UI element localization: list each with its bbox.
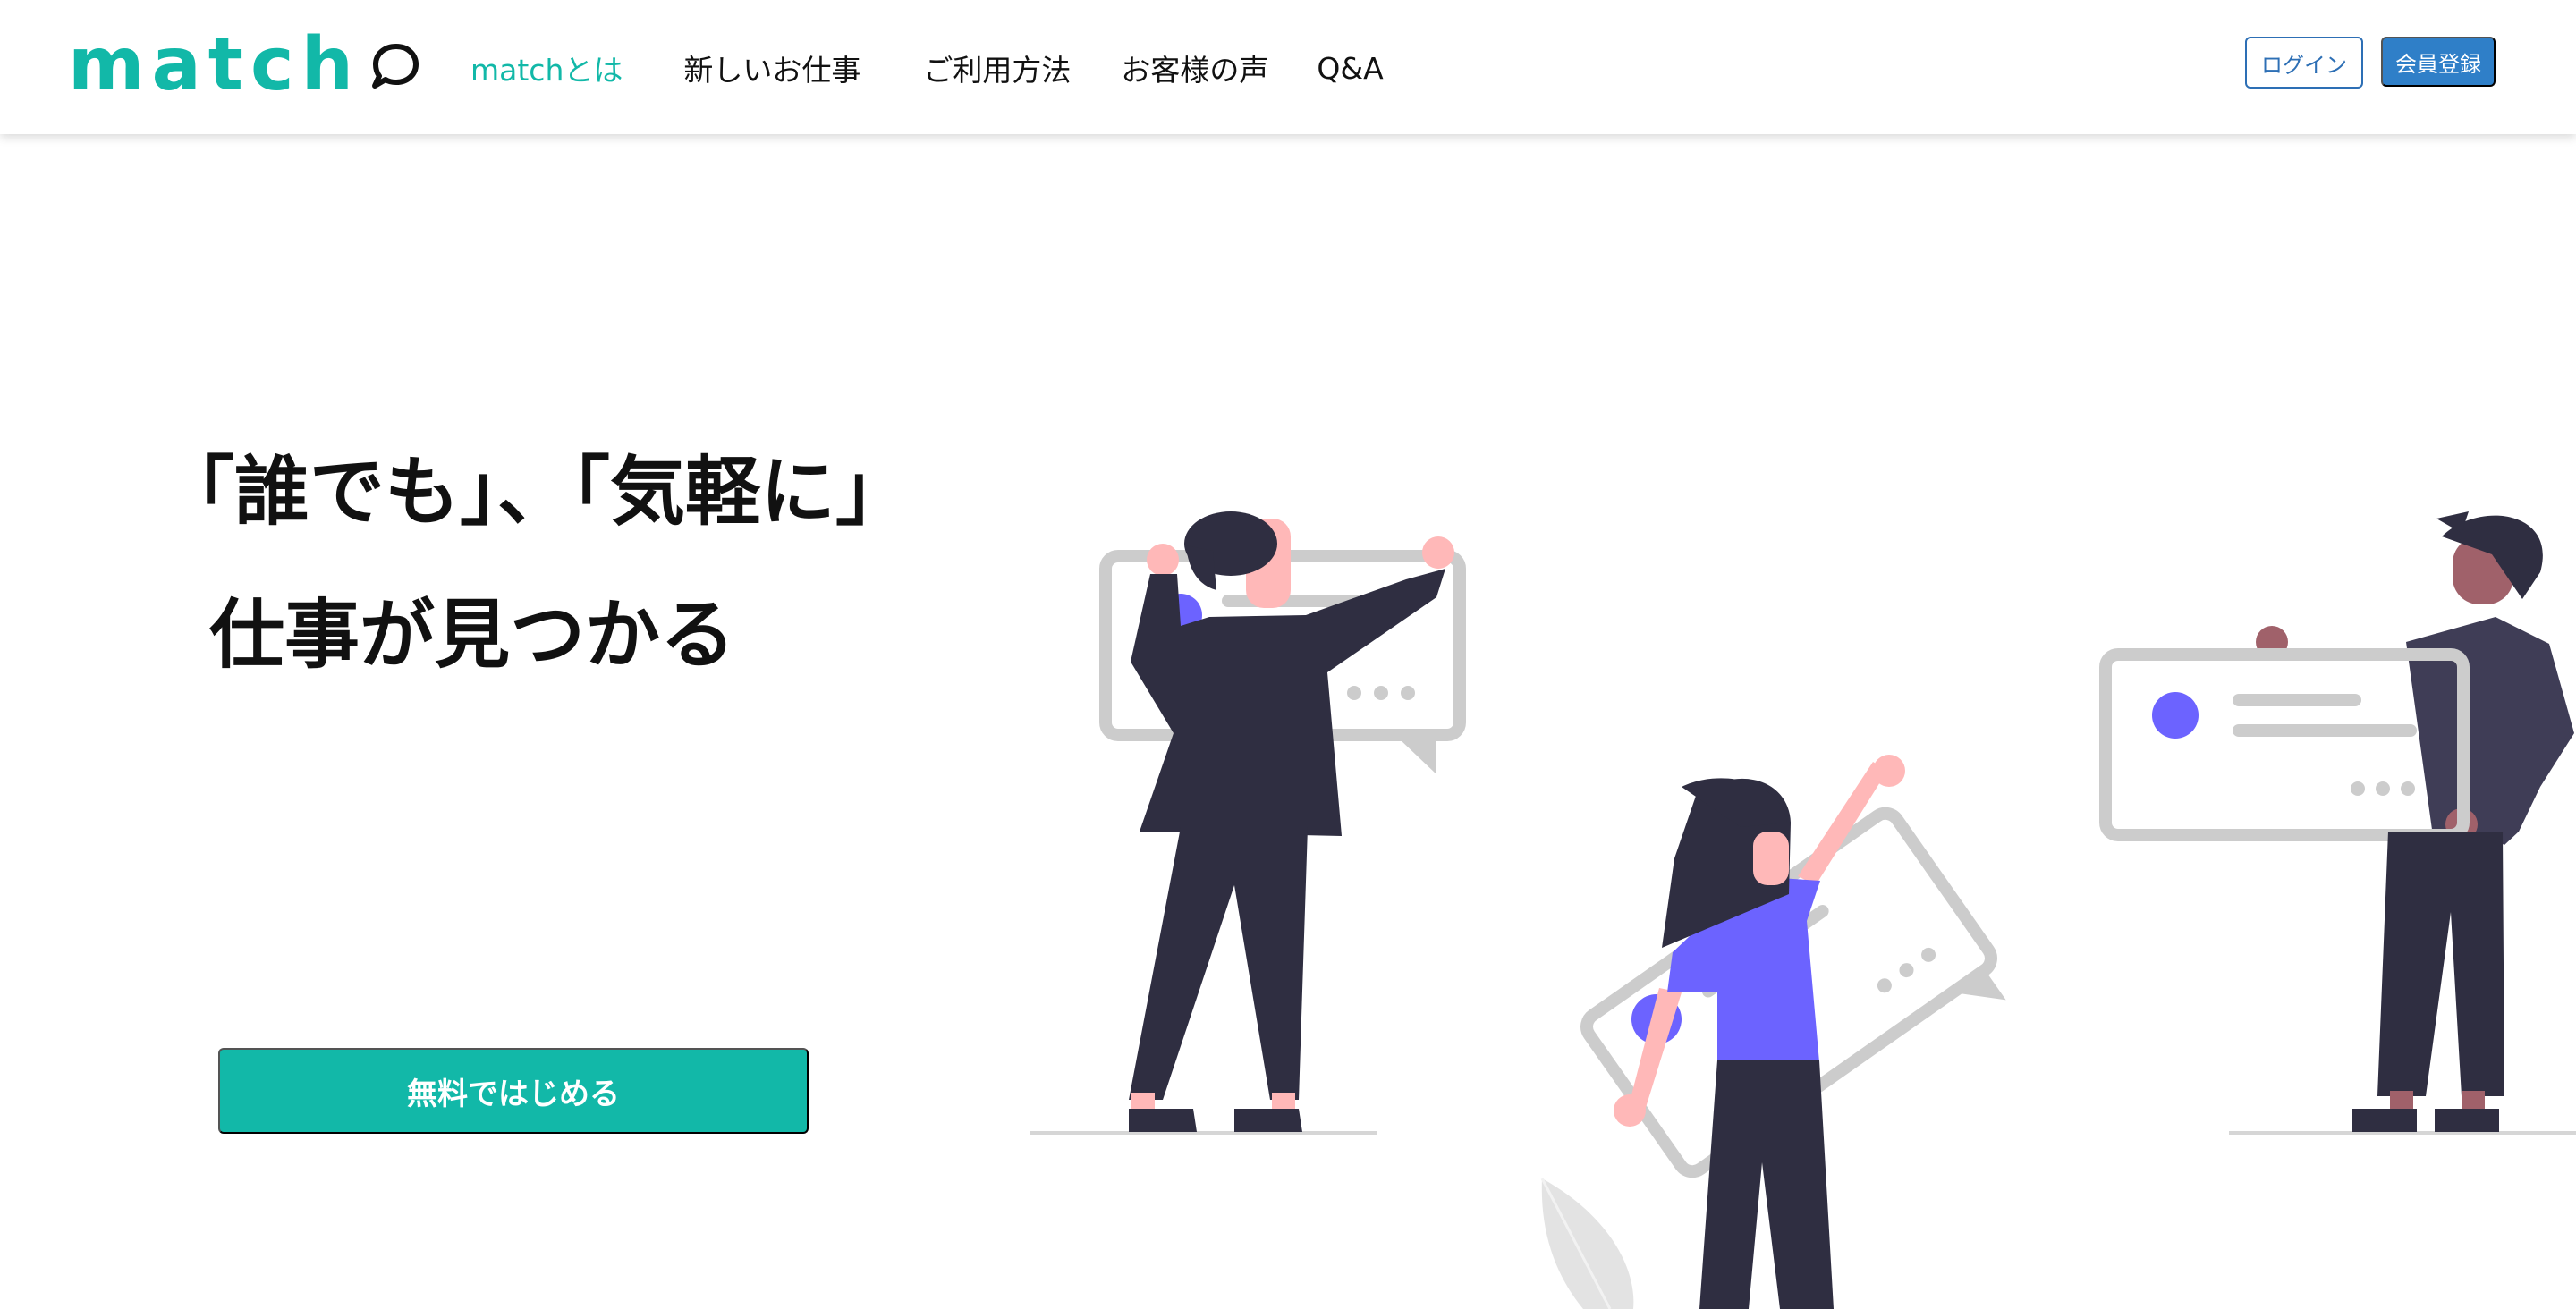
people-holding-chat-bubbles-illustration: [1030, 511, 2576, 1309]
nav-item-how-to-use[interactable]: ご利用方法: [923, 46, 1071, 89]
logo-text: match: [68, 22, 360, 107]
nav-item-faq[interactable]: Q&A: [1317, 51, 1383, 86]
figure-man-left: [1099, 511, 1466, 1132]
login-button[interactable]: ログイン: [2245, 37, 2363, 89]
nav-item-about[interactable]: matchとは: [470, 46, 623, 89]
logo[interactable]: match: [68, 25, 421, 106]
speech-bubble-icon: [368, 39, 421, 97]
site-header: match matchとは 新しいお仕事 ご利用方法 お客様の声 Q&A ログイ…: [0, 0, 2576, 134]
figure-woman-center: [1540, 755, 2006, 1309]
figure-man-right: [2099, 511, 2574, 1132]
register-button[interactable]: 会員登録: [2381, 37, 2496, 87]
nav-item-testimonials[interactable]: お客様の声: [1121, 46, 1268, 89]
main-nav: matchとは 新しいお仕事 ご利用方法 お客様の声 Q&A: [470, 43, 1384, 93]
nav-item-new-jobs[interactable]: 新しいお仕事: [683, 46, 860, 89]
